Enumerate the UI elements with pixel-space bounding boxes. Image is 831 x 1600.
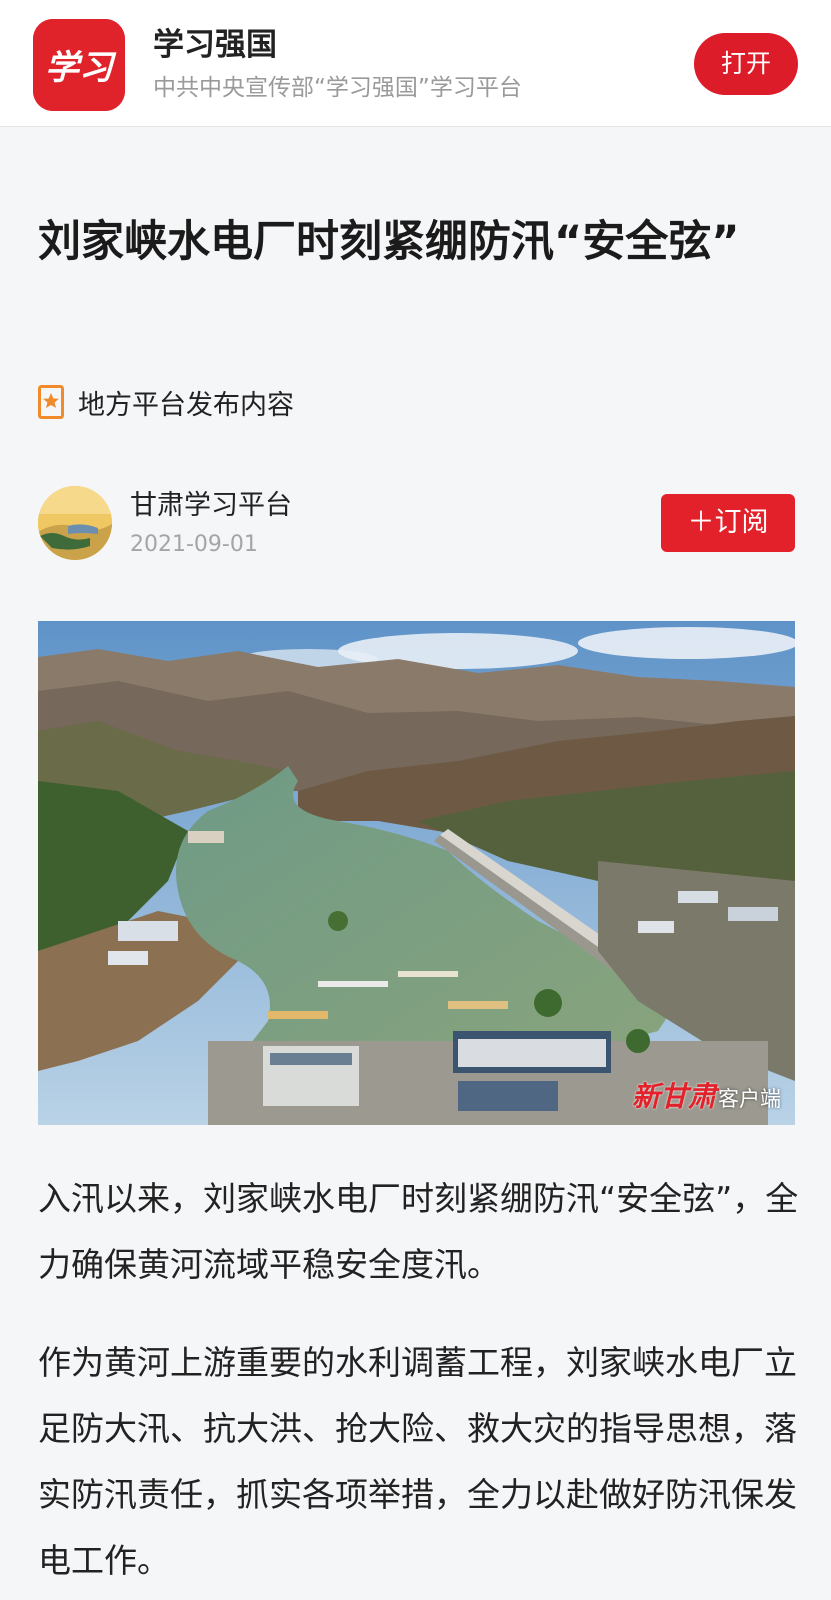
app-banner: 学习 学习强国 中共中央宣传部“学习强国”学习平台 打开 bbox=[0, 0, 831, 127]
watermark-logo: 新甘肃 bbox=[631, 1080, 716, 1113]
app-name: 学习强国 bbox=[153, 27, 277, 63]
article-paragraph: 入汛以来，刘家峡水电厂时刻紧绷防汛“安全弦”，全力确保黄河流域平稳安全度汛。 bbox=[38, 1179, 799, 1284]
author-name[interactable]: 甘肃学习平台 bbox=[130, 488, 292, 524]
svg-text:学习: 学习 bbox=[45, 48, 117, 88]
source-tag: 地方平台发布内容 bbox=[38, 382, 294, 422]
reservoir-dam-photo bbox=[38, 621, 795, 1125]
open-app-button[interactable]: 打开 bbox=[694, 33, 798, 95]
author-avatar[interactable] bbox=[38, 486, 112, 560]
source-tag-label: 地方平台发布内容 bbox=[78, 389, 294, 421]
watermark-suffix: 客户端 bbox=[718, 1087, 781, 1111]
subscribe-button[interactable]: ＋订阅 bbox=[661, 494, 795, 552]
article-title: 刘家峡水电厂时刻紧绷防汛“安全弦” bbox=[38, 217, 740, 267]
article-paragraph: 作为黄河上游重要的水利调蓄工程，刘家峡水电厂立足防大汛、抗大洪、抢大险、救大灾的… bbox=[38, 1343, 797, 1580]
xuexi-logo-icon: 学习 bbox=[33, 19, 125, 111]
app-logo[interactable]: 学习 bbox=[33, 19, 125, 111]
app-description: 中共中央宣传部“学习强国”学习平台 bbox=[153, 75, 522, 101]
publish-date: 2021-09-01 bbox=[130, 532, 258, 557]
image-watermark: 新甘肃 客户端 bbox=[632, 1075, 781, 1115]
article-photo: 新甘肃 客户端 bbox=[38, 621, 795, 1125]
star-badge-icon bbox=[38, 385, 64, 419]
